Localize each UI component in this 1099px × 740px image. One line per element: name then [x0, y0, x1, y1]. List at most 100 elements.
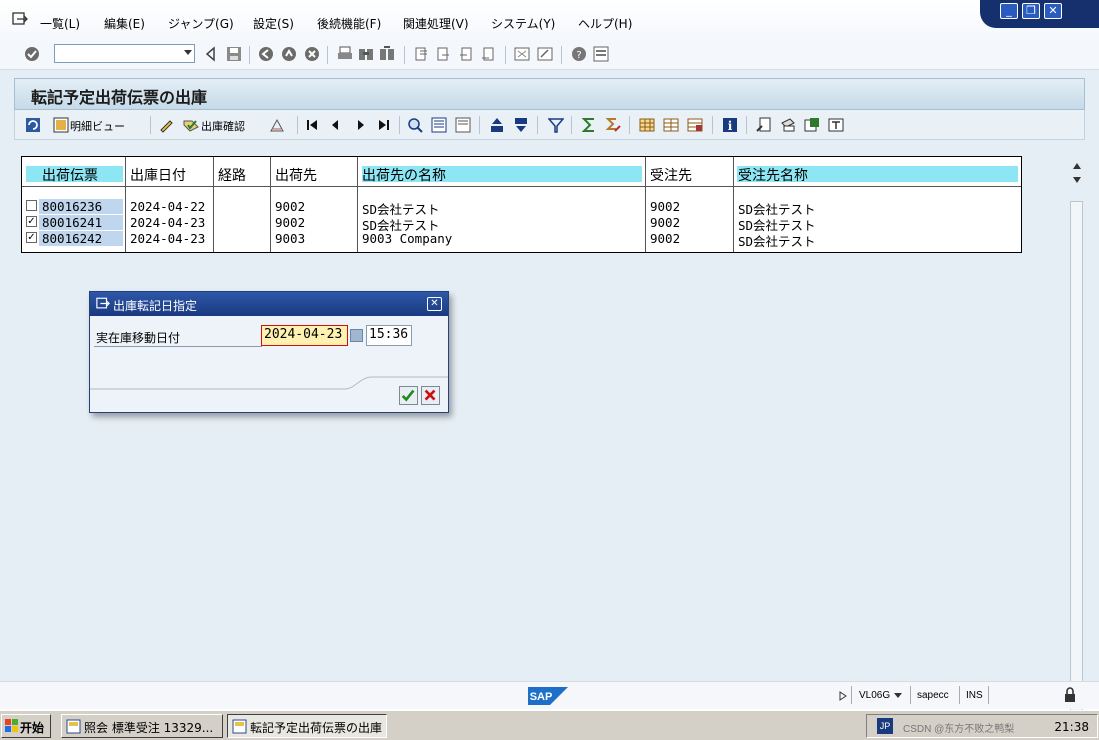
back-icon[interactable]	[258, 46, 274, 62]
ship-confirm-icon[interactable]	[183, 117, 199, 133]
row-checkbox[interactable]: ✓	[26, 232, 37, 243]
pencil-icon[interactable]	[158, 117, 174, 133]
layout-menu-icon[interactable]	[593, 46, 609, 62]
last-row-icon[interactable]	[375, 117, 391, 133]
menu-follow-up[interactable]: 後続機能(F)	[317, 15, 381, 32]
shortcut-icon[interactable]	[537, 46, 553, 62]
column-header-delivery[interactable]: 出荷伝票	[42, 165, 98, 185]
select-all-icon[interactable]	[431, 117, 447, 133]
command-field[interactable]	[54, 44, 195, 63]
menu-jump[interactable]: ジャンプ(G)	[168, 15, 234, 32]
row-checkbox[interactable]	[26, 200, 37, 211]
text-icon[interactable]	[828, 117, 844, 133]
previous-row-icon[interactable]	[327, 117, 343, 133]
scroll-track[interactable]	[1070, 201, 1083, 721]
close-icon[interactable]: ✕	[427, 297, 442, 311]
column-header-ship-to-name[interactable]: 出荷先の名称	[362, 165, 446, 185]
print-icon[interactable]	[337, 46, 353, 62]
column-header-route[interactable]: 経路	[218, 165, 246, 185]
detail-view-icon[interactable]	[53, 117, 69, 133]
filter-icon[interactable]	[548, 117, 564, 133]
movement-time-input[interactable]: 15:36	[366, 325, 412, 346]
next-row-icon[interactable]	[353, 117, 369, 133]
layout-grid-icon[interactable]	[639, 117, 655, 133]
chevron-down-icon[interactable]	[894, 693, 902, 698]
language-indicator[interactable]: JP	[877, 718, 893, 734]
triangle-left-icon[interactable]	[203, 46, 219, 62]
restore-button[interactable]: ❐	[1022, 3, 1040, 19]
cancel-button[interactable]	[421, 386, 440, 405]
last-page-icon[interactable]	[480, 46, 496, 62]
close-window-button[interactable]: ✕	[1044, 3, 1062, 19]
information-icon[interactable]: i	[722, 117, 738, 133]
column-divider	[645, 157, 646, 252]
sap-logo: SAP	[528, 687, 568, 705]
menu-edit[interactable]: 編集(E)	[104, 15, 145, 32]
checkmark-icon	[401, 389, 415, 402]
command-field-input[interactable]	[55, 45, 175, 62]
minimize-button[interactable]: _	[1000, 3, 1018, 19]
menu-settings[interactable]: 設定(S)	[253, 15, 294, 32]
column-header-sold-to[interactable]: 受注先	[650, 165, 692, 185]
transaction-code: VL06G	[859, 690, 891, 701]
menu-list[interactable]: 一覧(L)	[40, 15, 80, 32]
status-toggle-icon[interactable]	[838, 691, 848, 701]
ok-button[interactable]	[399, 386, 418, 405]
dialog-divider-curve	[90, 376, 448, 390]
change-history-icon[interactable]	[780, 117, 796, 133]
subtotal-icon[interactable]	[605, 117, 621, 133]
magnifier-details-icon[interactable]	[407, 117, 423, 133]
export-icon[interactable]	[804, 117, 820, 133]
exit-icon[interactable]	[281, 46, 297, 62]
sum-icon[interactable]	[581, 117, 597, 133]
scroll-up-icon[interactable]	[1073, 163, 1081, 169]
next-page-icon[interactable]	[458, 46, 474, 62]
scroll-down-icon[interactable]	[1073, 177, 1081, 183]
column-header-sold-to-name[interactable]: 受注先名称	[738, 165, 808, 185]
delivery-number[interactable]: 80016236	[42, 199, 102, 214]
save-layout-icon[interactable]	[687, 117, 703, 133]
lock-icon[interactable]	[1062, 687, 1078, 703]
f4-help-icon[interactable]	[350, 329, 363, 342]
refresh-icon[interactable]	[25, 117, 41, 133]
task-display-sales-order[interactable]: 照会 標準受注 13329...	[61, 714, 223, 738]
start-button[interactable]: 开始	[1, 714, 51, 738]
find-icon[interactable]	[358, 46, 374, 62]
enter-checkmark-icon[interactable]	[24, 46, 40, 62]
document-flow-icon[interactable]	[756, 117, 772, 133]
menu-system[interactable]: システム(Y)	[491, 15, 555, 32]
settings-scale-icon[interactable]	[269, 117, 285, 133]
taskbar: 开始 照会 標準受注 13329... 転記予定出荷伝票の出庫 JP CSDN …	[0, 710, 1099, 740]
deselect-all-icon[interactable]	[455, 117, 471, 133]
movement-date-input[interactable]: 2024-04-23	[261, 325, 348, 346]
column-header-ship-to[interactable]: 出荷先	[275, 165, 317, 185]
find-next-icon[interactable]	[379, 46, 395, 62]
save-icon[interactable]	[226, 46, 242, 62]
delivery-number[interactable]: 80016242	[42, 231, 102, 246]
vertical-scrollbar[interactable]	[1069, 163, 1085, 740]
menu-related[interactable]: 関連処理(V)	[403, 15, 469, 32]
new-session-icon[interactable]	[514, 46, 530, 62]
task-post-goods-issue[interactable]: 転記予定出荷伝票の出庫	[227, 714, 387, 738]
change-layout-icon[interactable]	[663, 117, 679, 133]
toolbar-separator	[571, 116, 572, 134]
first-row-icon[interactable]	[305, 117, 321, 133]
menu-enter-icon[interactable]	[12, 12, 28, 26]
first-page-icon[interactable]	[414, 46, 430, 62]
column-divider	[213, 157, 214, 252]
help-icon[interactable]: ?	[571, 46, 587, 62]
movement-date-label: 実在庫移動日付	[96, 331, 181, 345]
cancel-icon[interactable]	[304, 46, 320, 62]
detail-view-button[interactable]: 明細ビュー	[70, 118, 125, 134]
sap-window-icon	[66, 719, 81, 734]
delivery-number[interactable]: 80016241	[42, 215, 102, 230]
header-divider	[22, 186, 1021, 187]
sort-ascending-icon[interactable]	[489, 117, 505, 133]
row-checkbox[interactable]: ✓	[26, 216, 37, 227]
menu-help[interactable]: ヘルプ(H)	[578, 15, 632, 32]
ship-confirm-button[interactable]: 出庫確認	[201, 118, 245, 134]
chevron-down-icon[interactable]	[184, 50, 192, 55]
sort-descending-icon[interactable]	[513, 117, 529, 133]
previous-page-icon[interactable]	[436, 46, 452, 62]
column-header-gi-date[interactable]: 出庫日付	[130, 165, 186, 185]
